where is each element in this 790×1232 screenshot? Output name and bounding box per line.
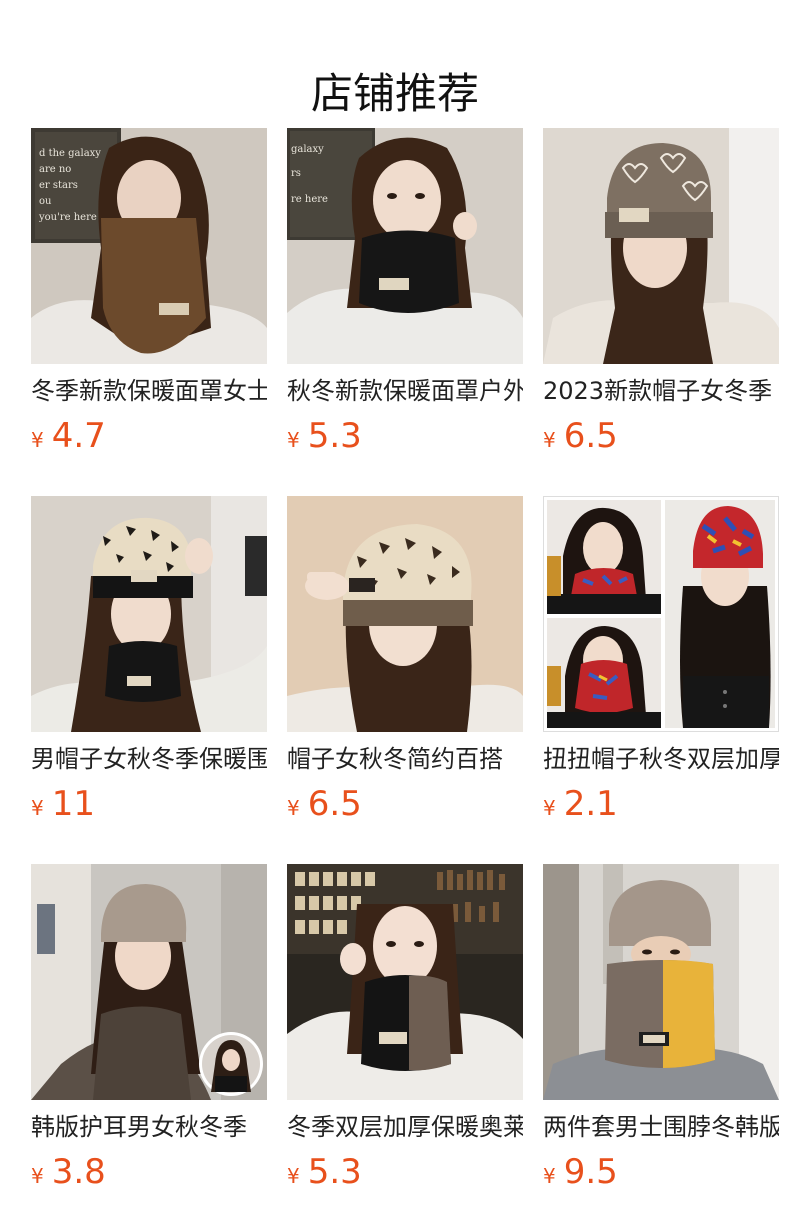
price-value: 3.8 xyxy=(51,1152,106,1192)
product-card[interactable]: galaxy rs re here 秋冬新款保暖面罩户外 ¥5.3 xyxy=(287,128,523,496)
woman-leopard-beanie-set-photo xyxy=(31,496,267,732)
woman-letter-print-beanie-photo xyxy=(287,496,523,732)
price-value: 11 xyxy=(51,784,95,824)
woman-two-tone-gaiter-photo xyxy=(287,864,523,1100)
svg-text:rs: rs xyxy=(291,168,301,179)
product-image[interactable] xyxy=(543,496,779,732)
product-image[interactable]: d the galaxy are no er stars ou you're h… xyxy=(31,128,267,364)
svg-text:ou: ou xyxy=(39,196,52,207)
product-card[interactable]: 扭扭帽子秋冬双层加厚 ¥2.1 xyxy=(543,496,779,864)
product-card[interactable]: 男帽子女秋冬季保暖围脖 ¥11 xyxy=(31,496,267,864)
product-image[interactable] xyxy=(31,496,267,732)
currency-symbol: ¥ xyxy=(287,428,300,452)
currency-symbol: ¥ xyxy=(543,428,556,452)
page-title: 店铺推荐 xyxy=(310,69,479,119)
product-image[interactable] xyxy=(287,496,523,732)
svg-text:you're here: you're here xyxy=(38,212,97,223)
product-name[interactable]: 男帽子女秋冬季保暖围脖 xyxy=(31,742,267,776)
product-name[interactable]: 扭扭帽子秋冬双层加厚 xyxy=(543,742,779,776)
product-image[interactable] xyxy=(543,864,779,1100)
product-card[interactable]: 帽子女秋冬简约百搭 ¥6.5 xyxy=(287,496,523,864)
man-yellow-gray-gaiter-photo xyxy=(543,864,779,1100)
product-price: ¥9.5 xyxy=(543,1150,779,1194)
currency-symbol: ¥ xyxy=(287,1164,300,1188)
product-price: ¥5.3 xyxy=(287,414,523,458)
svg-text:er stars: er stars xyxy=(39,180,78,191)
product-image[interactable] xyxy=(31,864,267,1100)
product-card[interactable]: 2023新款帽子女冬季 ¥6.5 xyxy=(543,128,779,496)
currency-symbol: ¥ xyxy=(287,796,300,820)
price-value: 4.7 xyxy=(51,416,106,456)
red-floral-scarf-collage-photo xyxy=(543,496,779,732)
product-image[interactable] xyxy=(543,128,779,364)
svg-text:galaxy: galaxy xyxy=(291,144,324,155)
svg-text:are no: are no xyxy=(39,164,71,175)
woman-black-neck-gaiter-photo: galaxy rs re here xyxy=(287,128,523,364)
price-value: 6.5 xyxy=(307,784,362,824)
price-value: 6.5 xyxy=(563,416,618,456)
woman-heart-pattern-beanie-photo xyxy=(543,128,779,364)
svg-text:d the galaxy: d the galaxy xyxy=(39,148,101,159)
price-value: 2.1 xyxy=(563,784,618,824)
currency-symbol: ¥ xyxy=(31,796,44,820)
product-name[interactable]: 冬季新款保暖面罩女士 xyxy=(31,374,267,408)
price-value: 5.3 xyxy=(307,416,362,456)
product-image[interactable] xyxy=(287,864,523,1100)
product-price: ¥4.7 xyxy=(31,414,267,458)
price-value: 9.5 xyxy=(563,1152,618,1192)
product-name[interactable]: 冬季双层加厚保暖奥莱 xyxy=(287,1110,523,1144)
product-card[interactable]: d the galaxy are no er stars ou you're h… xyxy=(31,128,267,496)
product-card[interactable]: 两件套男士围脖冬韩版 ¥9.5 xyxy=(543,864,779,1232)
currency-symbol: ¥ xyxy=(543,796,556,820)
product-card[interactable]: 冬季双层加厚保暖奥莱 ¥5.3 xyxy=(287,864,523,1232)
product-name[interactable]: 帽子女秋冬简约百搭 xyxy=(287,742,523,776)
product-price: ¥5.3 xyxy=(287,1150,523,1194)
product-card[interactable]: 韩版护耳男女秋冬季 ¥3.8 xyxy=(31,864,267,1232)
woman-taupe-knit-hat-photo xyxy=(31,864,267,1100)
product-grid: d the galaxy are no er stars ou you're h… xyxy=(31,128,781,1232)
product-price: ¥2.1 xyxy=(543,782,779,826)
currency-symbol: ¥ xyxy=(543,1164,556,1188)
product-name[interactable]: 韩版护耳男女秋冬季 xyxy=(31,1110,267,1144)
currency-symbol: ¥ xyxy=(31,1164,44,1188)
product-name[interactable]: 两件套男士围脖冬韩版 xyxy=(543,1110,779,1144)
product-name[interactable]: 秋冬新款保暖面罩户外 xyxy=(287,374,523,408)
product-price: ¥6.5 xyxy=(287,782,523,826)
product-price: ¥11 xyxy=(31,782,267,826)
svg-text:re here: re here xyxy=(291,194,328,205)
page: 店铺推荐 d the galaxy are no er stars ou you… xyxy=(0,0,790,1232)
product-price: ¥3.8 xyxy=(31,1150,267,1194)
product-name[interactable]: 2023新款帽子女冬季 xyxy=(543,374,779,408)
product-price: ¥6.5 xyxy=(543,414,779,458)
product-image[interactable]: galaxy rs re here xyxy=(287,128,523,364)
woman-brown-face-mask-photo: d the galaxy are no er stars ou you're h… xyxy=(31,128,267,364)
price-value: 5.3 xyxy=(307,1152,362,1192)
currency-symbol: ¥ xyxy=(31,428,44,452)
